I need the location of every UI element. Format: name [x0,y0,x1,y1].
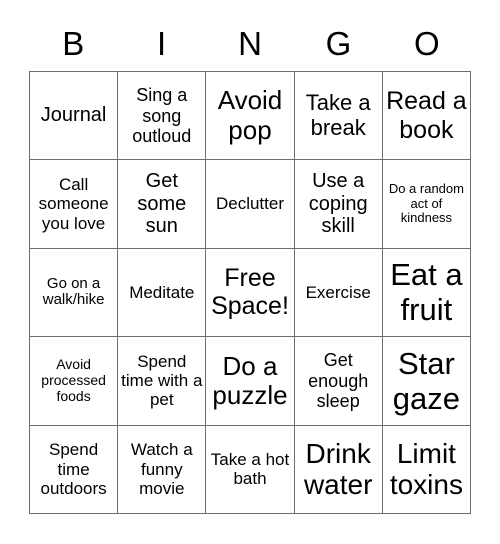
bingo-cell-i4[interactable]: Spend time with a pet [118,337,207,426]
bingo-card: B I N G O Journal Sing a song outloud Av… [0,0,500,544]
bingo-cell-i2[interactable]: Get some sun [118,160,207,249]
bingo-grid: Journal Sing a song outloud Avoid pop Ta… [29,71,471,514]
bingo-header-letter-i: I [157,25,167,62]
bingo-header: B I N G O [29,16,471,71]
bingo-cell-b3[interactable]: Go on a walk/hike [30,248,119,338]
bingo-cell-g3[interactable]: Exercise [294,248,383,338]
bingo-cell-i3[interactable]: Meditate [118,248,207,338]
bingo-header-letter-o: O [413,25,440,62]
bingo-cell-b5[interactable]: Spend time outdoors [30,425,119,514]
bingo-cell-g1[interactable]: Take a break [294,72,383,161]
bingo-cell-n2[interactable]: Declutter [206,160,295,249]
bingo-cell-b4[interactable]: Avoid processed foods [30,337,119,426]
bingo-cell-g4[interactable]: Get enough sleep [294,337,383,426]
bingo-cell-g2[interactable]: Use a coping skill [294,160,383,249]
bingo-cell-n5[interactable]: Take a hot bath [206,425,295,514]
bingo-cell-o4[interactable]: Star gaze [382,337,471,426]
bingo-cell-b1[interactable]: Journal [30,72,119,161]
bingo-cell-o2[interactable]: Do a random act of kindness [382,160,471,249]
bingo-cell-b2[interactable]: Call someone you love [30,160,119,249]
bingo-cell-i5[interactable]: Watch a funny movie [118,425,207,514]
bingo-cell-free-space[interactable]: Free Space! [206,248,295,338]
bingo-cell-n1[interactable]: Avoid pop [206,72,295,161]
bingo-header-letter-g: G [325,25,352,62]
bingo-cell-o1[interactable]: Read a book [382,72,471,161]
bingo-cell-g5[interactable]: Drink water [294,425,383,514]
bingo-cell-o3[interactable]: Eat a fruit [382,248,471,338]
bingo-cell-o5[interactable]: Limit toxins [382,425,471,514]
bingo-header-letter-n: N [238,25,262,62]
bingo-header-letter-b: B [62,25,85,62]
bingo-cell-n4[interactable]: Do a puzzle [206,337,295,426]
bingo-cell-i1[interactable]: Sing a song outloud [118,72,207,161]
